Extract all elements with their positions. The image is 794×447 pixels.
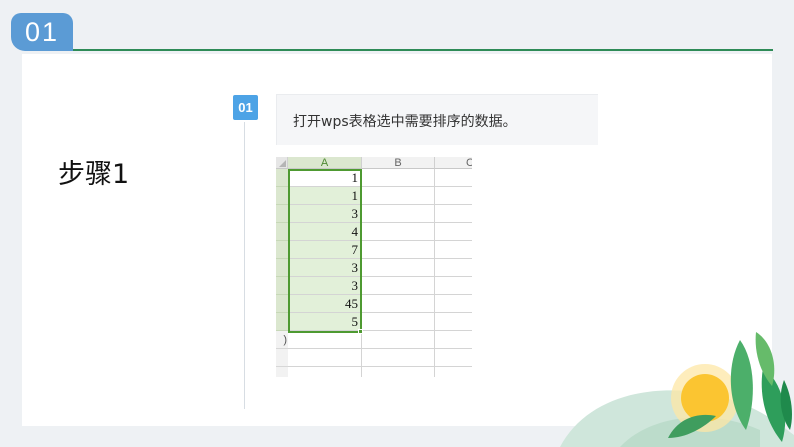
cell-c[interactable] [435,259,472,277]
cell-c[interactable] [435,169,472,187]
column-header-a[interactable]: A [288,157,362,169]
cell-b[interactable] [362,277,435,295]
cell-b[interactable] [362,313,435,331]
row-header[interactable] [276,241,288,259]
cell-a[interactable]: 5 [288,313,362,331]
cell-b[interactable] [362,169,435,187]
cell-c[interactable] [435,295,472,313]
step-title: 步骤1 [58,159,130,190]
cell-c[interactable] [435,223,472,241]
cell-a[interactable]: 3 [288,259,362,277]
spreadsheet-screenshot: A B C 1 1 3 4 7 3 3 45 5) [276,157,472,377]
cell-b[interactable] [362,223,435,241]
row-header[interactable] [276,223,288,241]
row-header[interactable] [276,313,288,331]
header-divider [73,49,773,51]
cell-c[interactable] [435,277,472,295]
cell-b[interactable] [362,331,435,349]
column-header-c[interactable]: C [435,157,472,169]
cell-a[interactable] [288,367,362,377]
cell-a[interactable]: 7 [288,241,362,259]
select-all-corner[interactable] [276,157,288,169]
cell-a[interactable] [288,331,362,349]
cell-b[interactable] [362,367,435,377]
row-header[interactable] [276,259,288,277]
leaves-sun-decoration [560,332,794,447]
cell-b[interactable] [362,349,435,367]
cell-c[interactable] [435,349,472,367]
row-header[interactable] [276,205,288,223]
cell-c[interactable] [435,331,472,349]
row-header[interactable] [276,349,288,367]
row-header[interactable] [276,169,288,187]
cell-b[interactable] [362,295,435,313]
cell-a[interactable] [288,349,362,367]
instruction-text: 打开wps表格选中需要排序的数据。 [293,114,517,130]
fill-handle[interactable] [358,329,363,334]
slide-number-badge: 01 [11,13,73,51]
cell-c[interactable] [435,313,472,331]
row-header[interactable] [276,187,288,205]
cell-a[interactable]: 45 [288,295,362,313]
cell-a[interactable]: 1 [288,169,362,187]
column-header-b[interactable]: B [362,157,435,169]
cell-c[interactable] [435,367,472,377]
row-header[interactable] [276,367,288,377]
cell-a[interactable]: 3 [288,205,362,223]
cell-a[interactable]: 3 [288,277,362,295]
cell-b[interactable] [362,259,435,277]
row-header[interactable] [276,295,288,313]
cell-b[interactable] [362,205,435,223]
corner-triangle-icon [279,160,286,167]
row-header[interactable]: ) [276,331,288,349]
step-timeline-line [244,122,245,409]
instruction-box: 打开wps表格选中需要排序的数据。 [276,94,598,145]
cell-b[interactable] [362,187,435,205]
cell-c[interactable] [435,241,472,259]
row-header[interactable] [276,277,288,295]
cell-c[interactable] [435,187,472,205]
step-number-badge: 01 [233,95,258,120]
cell-a[interactable]: 4 [288,223,362,241]
sun-icon [681,374,729,422]
cell-a[interactable]: 1 [288,187,362,205]
cell-c[interactable] [435,205,472,223]
cell-b[interactable] [362,241,435,259]
